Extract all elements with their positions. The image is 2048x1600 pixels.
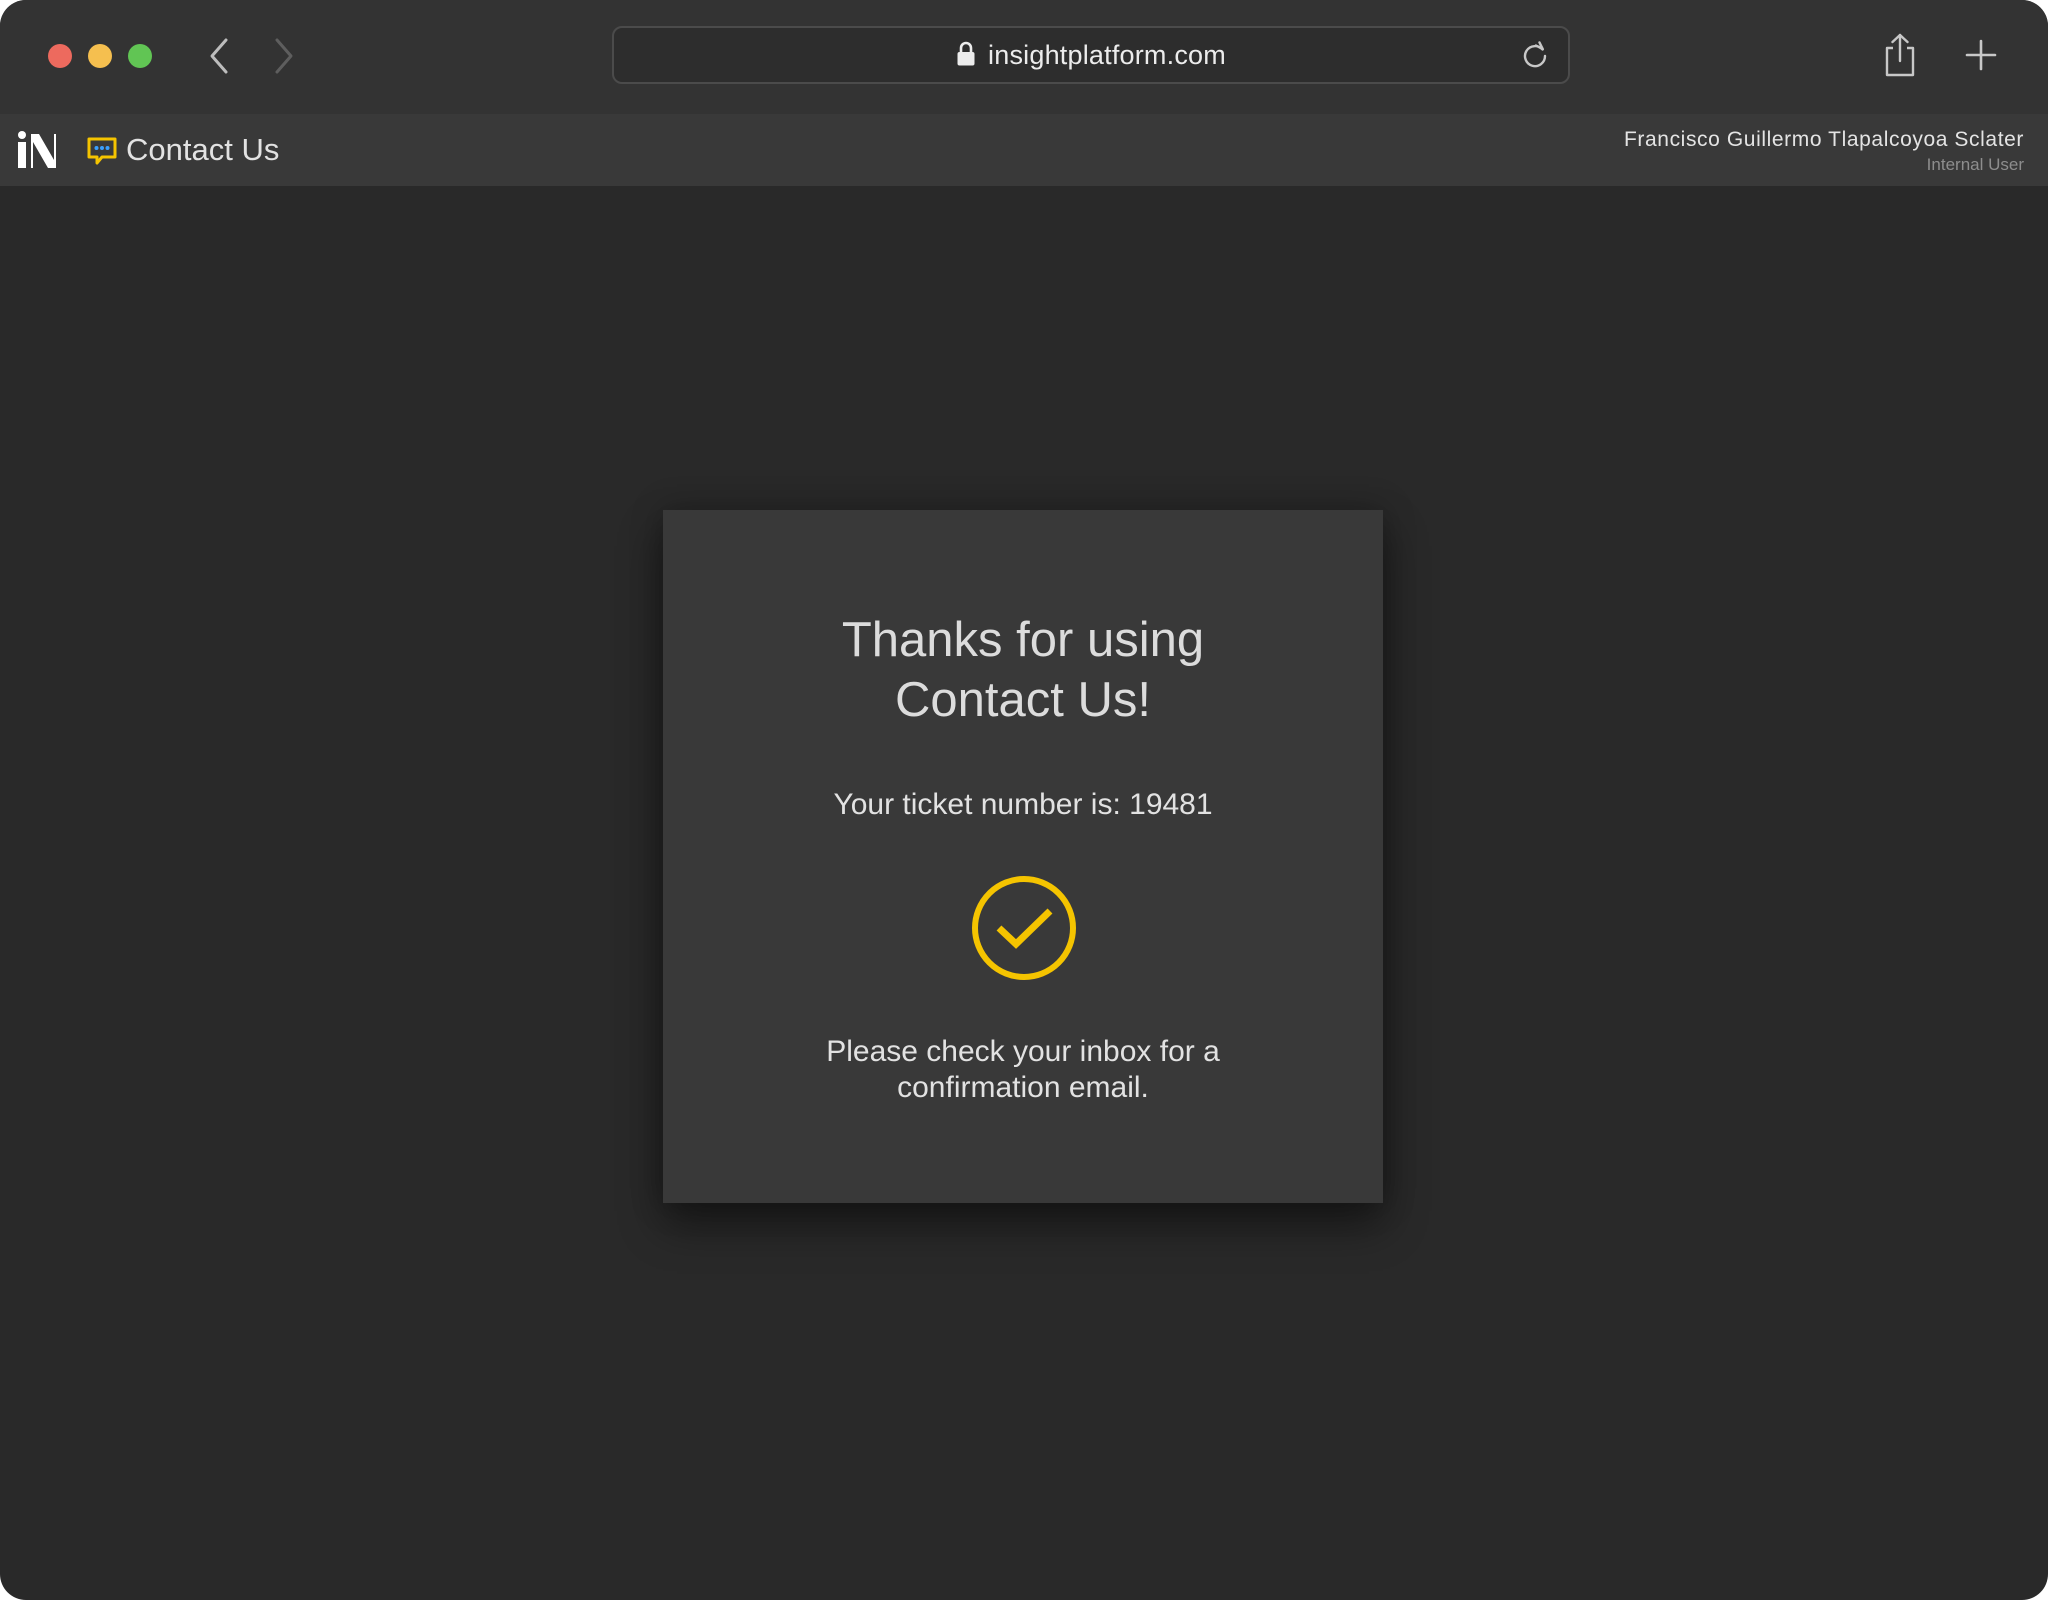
page-title: Contact Us <box>126 132 280 167</box>
user-name: Francisco Guillermo Tlapalcoyoa Sclater <box>1624 128 2024 151</box>
plus-icon[interactable] <box>1964 38 1998 72</box>
browser-toolbar: insightplatform.com <box>0 0 2048 114</box>
chevron-left-icon <box>210 38 228 74</box>
back-button[interactable] <box>200 36 240 76</box>
lock-icon <box>957 41 975 66</box>
chat-bubble-icon <box>87 137 117 165</box>
ticket-number: Your ticket number is: 19481 <box>833 788 1213 821</box>
user-menu[interactable]: Francisco Guillermo Tlapalcoyoa Sclater … <box>1624 126 2024 176</box>
confirmation-card: Thanks for using Contact Us! Your ticket… <box>663 510 1383 1203</box>
url-text: insightplatform.com <box>988 39 1226 70</box>
address-bar[interactable]: insightplatform.com <box>612 26 1570 84</box>
check-circle-icon <box>972 876 1076 980</box>
browser-window: insightplatform.com Contact Us Francisco… <box>0 0 2048 1600</box>
forward-button[interactable] <box>263 36 303 76</box>
confirmation-title-line2: Contact Us! <box>895 673 1151 727</box>
confirmation-title: Thanks for using Contact Us! <box>663 610 1383 730</box>
confirmation-message-line1: Please check your inbox for a <box>826 1035 1220 1068</box>
address-display: insightplatform.com <box>614 28 1568 82</box>
chevron-right-icon <box>275 38 293 74</box>
close-window-button[interactable] <box>48 44 72 68</box>
user-role: Internal User <box>1926 155 2024 174</box>
reload-icon[interactable] <box>1520 41 1550 71</box>
confirmation-message-line2: confirmation email. <box>897 1071 1149 1104</box>
minimize-window-button[interactable] <box>88 44 112 68</box>
app-header: Contact Us Francisco Guillermo Tlapalcoy… <box>0 114 2048 186</box>
confirmation-title-line1: Thanks for using <box>841 613 1205 667</box>
zoom-window-button[interactable] <box>128 44 152 68</box>
confirmation-message: Please check your inbox for a confirmati… <box>763 1034 1283 1106</box>
share-icon[interactable] <box>1880 32 1920 78</box>
insight-logo-icon[interactable] <box>16 130 56 170</box>
